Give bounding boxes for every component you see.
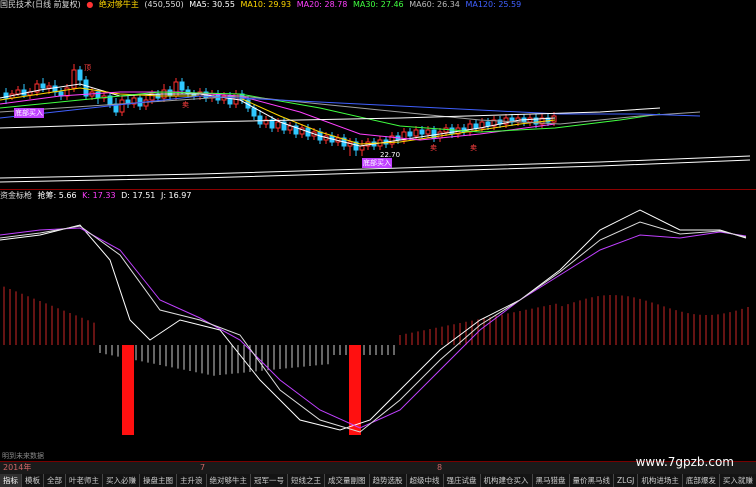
- time-axis-year: 2014年: [3, 463, 32, 472]
- indicator-tab-bar: 指标 模板 全部 叶老师主 买入必赚 操盘主图 主升浪 绝对够牛主 冠军一号 短线之王 成交量副图趋…: [0, 474, 756, 487]
- candle-body: [485, 121, 491, 127]
- tab-6[interactable]: 主升浪: [177, 474, 207, 487]
- candle-body: [407, 131, 413, 137]
- candle-body: [419, 129, 425, 135]
- tab-18[interactable]: 机构进场主: [638, 474, 683, 487]
- candle-body: [437, 131, 443, 139]
- tab-15[interactable]: 黑马猎盘: [533, 474, 570, 487]
- candle-body: [269, 119, 275, 129]
- price-mark-label: 22.70: [380, 151, 401, 159]
- tab-7[interactable]: 绝对够牛主: [207, 474, 251, 487]
- candle-body: [15, 89, 21, 95]
- candle-body: [143, 99, 149, 107]
- tab-5[interactable]: 操盘主图: [140, 474, 177, 487]
- tab-3[interactable]: 叶老师主: [66, 474, 103, 487]
- candle-body: [77, 69, 83, 81]
- sell-tag-3: 卖: [470, 144, 477, 152]
- time-axis-month-8: 8: [437, 463, 443, 472]
- candle-body: [251, 107, 257, 117]
- candle-body: [449, 127, 455, 135]
- candle-body: [551, 115, 557, 123]
- candle-body: [275, 121, 281, 129]
- candle-body: [359, 145, 365, 151]
- tab-0[interactable]: 指标: [0, 474, 22, 487]
- candle-body: [179, 81, 185, 91]
- tab-9[interactable]: 短线之王: [288, 474, 325, 487]
- future-data-note: 明到未来数据: [2, 452, 44, 460]
- tab-16[interactable]: 量价黑马线: [570, 474, 614, 487]
- sell-tag-2: 卖: [430, 144, 437, 152]
- buy-signal-tag-2: 底部买入: [362, 158, 392, 168]
- candle-body: [473, 123, 479, 129]
- tab-13[interactable]: 强庄试盘: [444, 474, 481, 487]
- candle-body: [167, 89, 173, 97]
- sell-tag-1: 卖: [182, 101, 189, 109]
- buy-signal-tag-1: 底部买入: [14, 108, 44, 118]
- candle-body: [40, 83, 46, 89]
- site-watermark: www.7gpzb.com: [635, 455, 734, 469]
- ma30-line: [0, 91, 661, 133]
- channel-line: [0, 107, 661, 129]
- candle-body: [425, 129, 431, 135]
- peak-tag: 顶: [84, 64, 91, 72]
- tab-2[interactable]: 全部: [44, 474, 66, 487]
- tab-20[interactable]: 买入就赚: [720, 474, 756, 487]
- candle-body: [287, 125, 293, 131]
- tab-8[interactable]: 冠军一号: [251, 474, 288, 487]
- tab-10[interactable]: 成交量副图: [325, 474, 370, 487]
- chart-canvas[interactable]: [0, 0, 756, 461]
- tab-4[interactable]: 买入必赚: [103, 474, 140, 487]
- time-axis-month-7: 7: [200, 463, 206, 472]
- candle-body: [413, 129, 419, 137]
- tab-14[interactable]: 机构建仓买入: [481, 474, 533, 487]
- candle-body: [119, 99, 125, 113]
- candle-body: [46, 85, 52, 89]
- tab-17[interactable]: ZLGJ: [614, 474, 639, 487]
- tab-12[interactable]: 超级中线: [407, 474, 444, 487]
- tab-19[interactable]: 底部爆发: [683, 474, 720, 487]
- big-red-bar-2: [349, 345, 361, 435]
- ma60-line: [0, 95, 701, 125]
- candle-body: [64, 87, 70, 97]
- big-red-bar-1: [122, 345, 134, 435]
- histogram-group: [3, 286, 749, 435]
- tab-1[interactable]: 模板: [22, 474, 44, 487]
- tab-11[interactable]: 趋势选股: [370, 474, 407, 487]
- candle-body: [257, 115, 263, 125]
- candle-body: [83, 79, 89, 97]
